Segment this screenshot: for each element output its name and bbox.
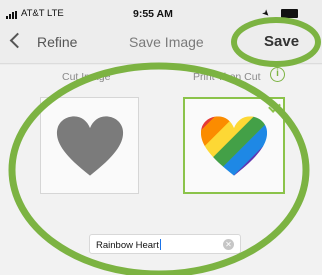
location-arrow-icon: ➤ — [259, 6, 273, 20]
info-icon[interactable]: i — [270, 67, 285, 82]
print-then-cut-option[interactable] — [183, 97, 285, 194]
clear-text-icon[interactable]: ✕ — [223, 239, 234, 250]
gray-heart-icon — [56, 115, 123, 176]
chevron-left-icon[interactable] — [9, 32, 26, 49]
save-button[interactable]: Save — [264, 33, 299, 50]
checkmark-icon — [268, 100, 281, 113]
status-bar: AT&T LTE 9:55 AM ➤ — [0, 0, 322, 24]
battery-icon — [281, 9, 298, 18]
navigation-bar: Refine Save Image Save — [0, 24, 322, 64]
cut-image-option[interactable] — [40, 97, 139, 194]
text-cursor — [159, 239, 161, 250]
back-button-label[interactable]: Refine — [37, 34, 77, 50]
clock: 9:55 AM — [133, 8, 173, 20]
print-then-cut-label: Print Then Cut — [193, 71, 261, 83]
image-name-field[interactable]: Rainbow Heart ✕ — [89, 234, 241, 254]
page-title: Save Image — [129, 34, 204, 50]
cut-image-label: Cut Image — [62, 71, 111, 83]
signal-strength-icon — [6, 11, 17, 19]
image-name-value[interactable]: Rainbow Heart — [96, 240, 159, 251]
carrier-label: AT&T LTE — [21, 8, 64, 19]
rainbow-heart-icon — [200, 115, 268, 176]
